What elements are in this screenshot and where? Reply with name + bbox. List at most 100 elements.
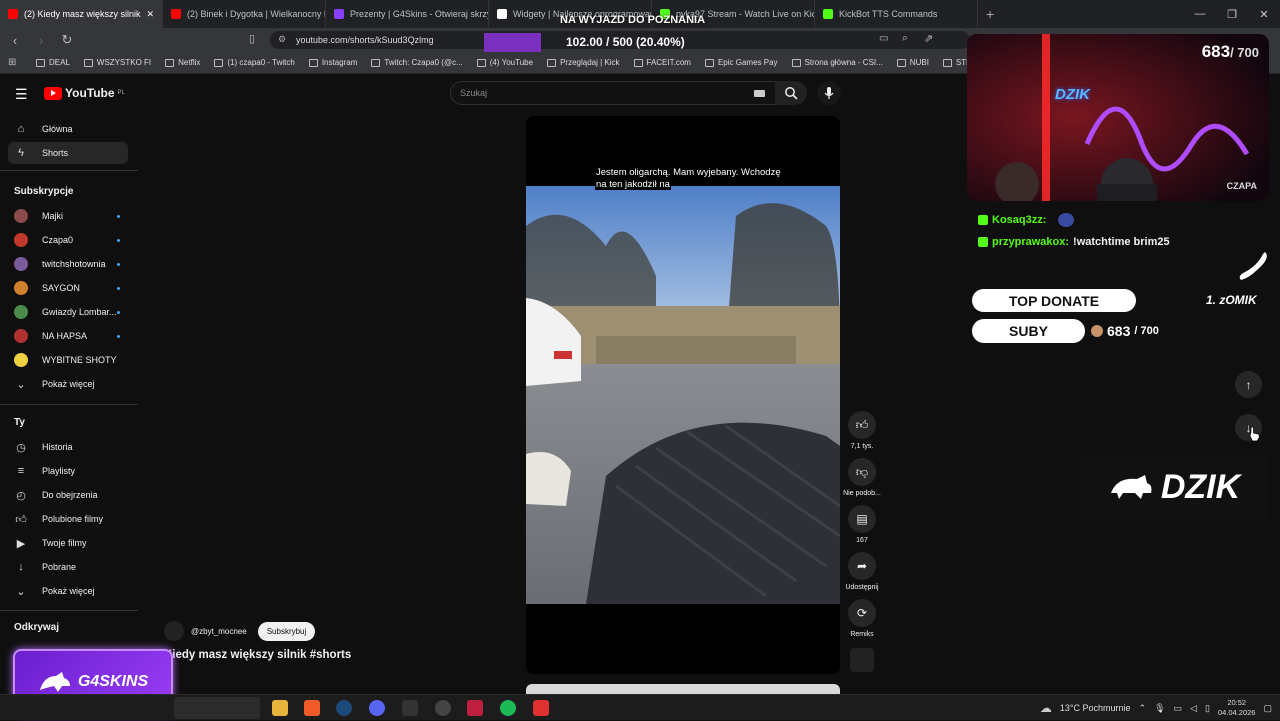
sidebar-item[interactable]: ⌄ Pokaż więcej [8, 580, 128, 602]
weather-text[interactable]: 13°C Pochmurnie [1060, 703, 1131, 713]
bookmark-item[interactable]: NUBI [896, 58, 929, 67]
your-videos-icon: ▶ [16, 537, 26, 550]
clock-time: 20:52 [1227, 698, 1247, 707]
keyboard-icon[interactable] [754, 90, 765, 97]
share-page-icon[interactable]: ⇗ [924, 32, 933, 45]
new-tab-button[interactable]: + [986, 6, 994, 22]
browser-tab[interactable]: (2) Kiedy masz większy silnik ✕ [0, 0, 163, 28]
bookmark-icon[interactable]: ▯ [249, 32, 255, 45]
dislike-button[interactable]: 👎︎ [848, 458, 876, 486]
taskbar-search-box[interactable] [174, 697, 260, 719]
previous-short-button[interactable]: ↑ [1235, 371, 1262, 398]
voice-search-button[interactable] [817, 81, 841, 105]
zoom-icon[interactable]: ⌕ [902, 32, 908, 45]
sidebar-item[interactable]: ⌂ Główna [8, 118, 128, 140]
apps-icon[interactable]: ⊞ [8, 57, 16, 68]
sidebar-item[interactable]: SAYGON [8, 277, 128, 299]
sidebar-item[interactable]: NA HAPSA [8, 325, 128, 347]
chat-overlay: Kosaq3zz: przyprawakox: !watchtime brim25 [978, 209, 1170, 253]
forward-icon[interactable]: › [30, 29, 52, 51]
bookmark-icon [214, 58, 224, 67]
bookmark-item[interactable]: Netflix [165, 58, 200, 67]
sidebar-item[interactable]: ϟ Shorts [8, 142, 128, 164]
channel-avatar[interactable] [164, 621, 184, 641]
bookmark-label: Twitch: Czapa0 (@c... [384, 58, 463, 67]
bookmark-item[interactable]: Przeglądaj | Kick [547, 58, 620, 67]
minimize-icon[interactable]: — [1184, 0, 1216, 28]
battery-icon[interactable]: ▯ [1205, 703, 1210, 714]
channel-avatar [14, 257, 28, 271]
bookmark-item[interactable]: Twitch: Czapa0 (@c... [371, 58, 463, 67]
sidebar-item[interactable]: ≡ Playlisty [8, 460, 128, 482]
sidebar-item[interactable]: ◴ Do obejrzenia [8, 484, 128, 506]
subscribe-button[interactable]: Subskrybuj [257, 621, 316, 641]
youtube-logo[interactable]: YouTube PL [44, 86, 125, 100]
sidebar-item[interactable]: twitchshotownia [8, 253, 128, 275]
bookmark-item[interactable]: (1) czapa0 - Twitch [214, 58, 295, 67]
sidebar-item[interactable]: Gwiazdy Lombar... [8, 301, 128, 323]
browser-tab[interactable]: KickBot TTS Commands [815, 0, 978, 28]
bookmark-item[interactable]: Strona główna - CSI... [791, 58, 883, 67]
site-info-icon[interactable]: ⚙ [278, 34, 286, 45]
cast-icon[interactable]: ▭ [879, 33, 888, 44]
bookmark-item[interactable]: (4) YouTube [476, 58, 533, 67]
back-icon[interactable]: ‹ [4, 29, 26, 51]
channel-info: @zbyt_mocnee Subskrybuj [164, 621, 316, 641]
bookmark-icon [791, 58, 801, 67]
brave-browser-icon[interactable] [304, 700, 320, 716]
donation-goal-bar: 102.00 / 500 (20.40%) [484, 33, 685, 52]
sidebar-item-label: Czapa0 [42, 235, 74, 245]
streaming-app-icon[interactable] [533, 700, 549, 716]
sidebar-item-label: Pobrane [42, 562, 77, 572]
sidebar-item[interactable]: Majki [8, 205, 128, 227]
steam-icon[interactable] [336, 700, 352, 716]
sidebar-item[interactable]: ⌄ Pokaż więcej [8, 373, 128, 395]
spotify-icon[interactable] [500, 700, 516, 716]
sound-thumbnail[interactable] [850, 648, 874, 672]
sidebar-item[interactable]: ◷ Historia [8, 436, 128, 458]
restore-icon[interactable]: ❐ [1216, 0, 1248, 28]
clock[interactable]: 20:52 04.04.2026 [1218, 698, 1256, 718]
discord-icon[interactable] [369, 700, 385, 716]
browser-tab[interactable]: (2) Binek i Dygotka | Wielkanocny Ba [163, 0, 326, 28]
bookmark-item[interactable]: Epic Games Pay [704, 58, 778, 67]
reload-icon[interactable]: ↻ [56, 29, 78, 51]
sidebar-item[interactable]: ↓ Pobrane [8, 556, 128, 578]
bookmark-item[interactable]: WSZYSTKO FI [83, 58, 151, 67]
subscriptions-header[interactable]: Subskrypcje [14, 186, 73, 197]
browser-tab[interactable]: Prezenty | G4Skins - Otwieraj skrzynk [326, 0, 489, 28]
tab-title: (2) Binek i Dygotka | Wielkanocny Ba [187, 9, 326, 19]
app-icon[interactable] [467, 700, 483, 716]
menu-icon[interactable]: ☰ [15, 86, 28, 103]
bookmark-item[interactable]: FACEIT.com [633, 58, 691, 67]
channel-avatar [14, 209, 28, 223]
close-tab-icon[interactable]: ✕ [147, 9, 155, 20]
comment-button[interactable]: ▤ [848, 505, 876, 533]
bookmark-item[interactable]: Instagram [308, 58, 357, 67]
bookmark-item[interactable]: DEAL [36, 58, 70, 67]
search-input[interactable]: Szukaj [450, 81, 776, 105]
channel-name[interactable]: @zbyt_mocnee [191, 627, 247, 636]
epic-games-icon[interactable] [402, 700, 418, 716]
history-icon: ◷ [16, 441, 26, 454]
mic-tray-icon[interactable]: 🎙 [1154, 703, 1165, 714]
like-button[interactable]: 👍︎ [848, 411, 876, 439]
share-button[interactable]: ➦ [848, 552, 876, 580]
remix-button[interactable]: ⟳ [848, 599, 876, 627]
search-button[interactable] [775, 81, 807, 105]
notification-icon[interactable]: ▢ [1263, 703, 1272, 714]
sidebar-item[interactable]: Czapa0 [8, 229, 128, 251]
faceit-icon[interactable] [435, 700, 451, 716]
sidebar-item[interactable]: WYBITNE SHOTY [8, 349, 128, 371]
network-icon[interactable]: ▭ [1174, 703, 1183, 714]
bookmark-icon [476, 58, 486, 67]
you-header[interactable]: Ty [14, 417, 25, 428]
shorts-icon: ϟ [18, 147, 24, 159]
tray-chevron-icon[interactable]: ⌃ [1139, 703, 1147, 714]
file-explorer-icon[interactable] [272, 700, 288, 716]
goal-progress-fill [484, 33, 542, 52]
sidebar-item[interactable]: ▶ Twoje filmy [8, 532, 128, 554]
sidebar-item[interactable]: 👍︎ Polubione filmy [8, 508, 128, 530]
close-window-icon[interactable]: ✕ [1248, 0, 1280, 28]
volume-icon[interactable]: ◁ [1190, 703, 1197, 714]
